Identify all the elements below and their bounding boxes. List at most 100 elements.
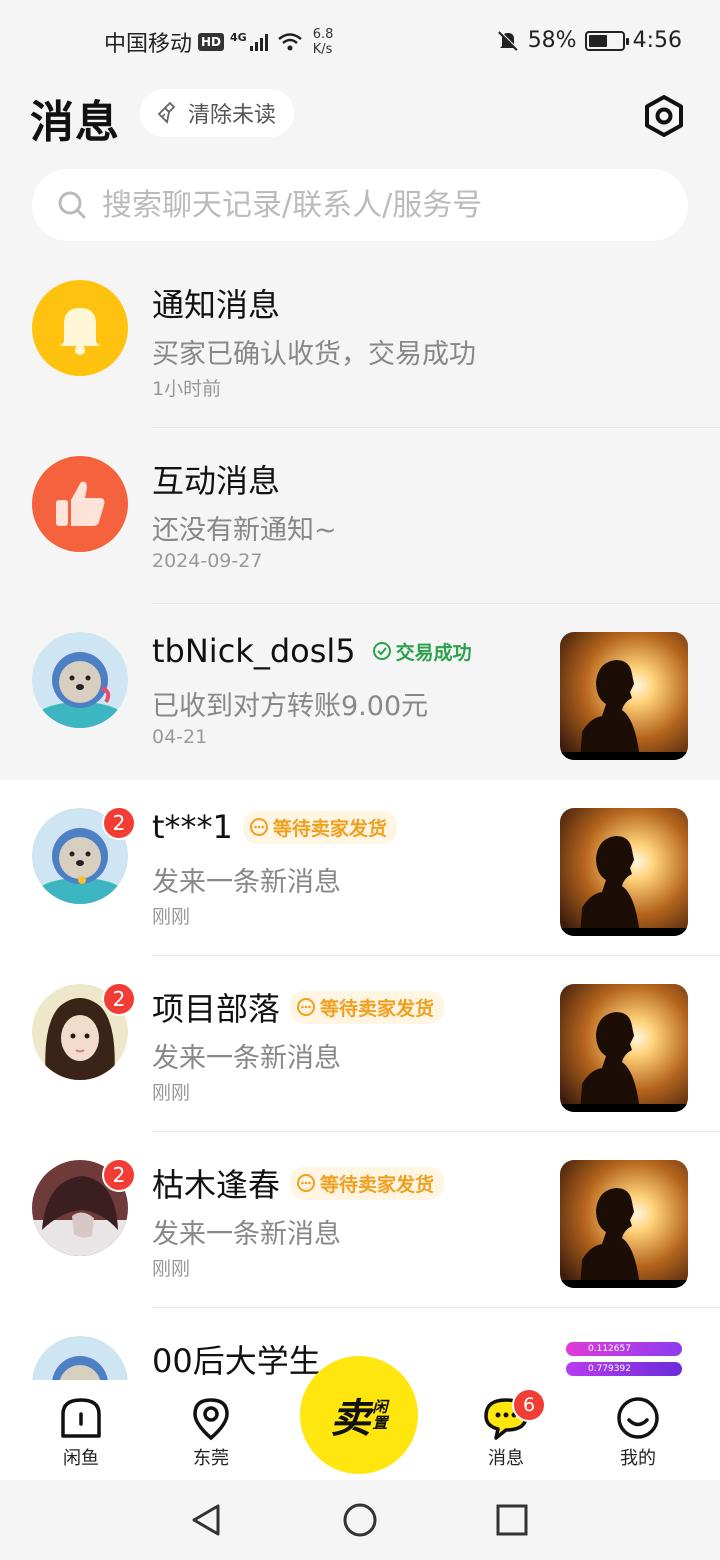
sunset-silhouette-image xyxy=(560,1160,688,1288)
smiley-icon xyxy=(617,1397,659,1439)
page-title: 消息 xyxy=(30,97,120,148)
clear-unread-button[interactable]: 清除未读 xyxy=(140,89,295,137)
mute-bell-icon xyxy=(497,30,519,51)
unread-badge: 2 xyxy=(102,982,136,1016)
sell-sub-1: 闲 xyxy=(372,1398,388,1416)
check-circle-icon xyxy=(372,642,391,660)
nav-local[interactable]: 东莞 xyxy=(161,1394,261,1470)
conversation-preview: 已收到对方转账9.00元 xyxy=(152,691,429,722)
interaction-avatar xyxy=(32,456,128,552)
item-thumbnail[interactable] xyxy=(560,808,688,936)
wifi-icon xyxy=(277,33,302,51)
tag-label: 交易成功 xyxy=(395,641,472,664)
search-bar[interactable] xyxy=(32,169,688,241)
more-circle-icon xyxy=(297,998,316,1016)
awaiting-shipment-tag: 等待卖家发货 xyxy=(242,810,397,844)
system-nav-bar xyxy=(0,1480,720,1560)
conversation-item[interactable]: 2 项目部落 等待卖家发货 发来一条新消息 刚刚 xyxy=(0,956,720,1132)
sell-button[interactable]: 卖 闲 置 xyxy=(300,1356,418,1474)
conversation-name: 项目部落 xyxy=(152,990,281,1028)
search-icon xyxy=(58,191,86,219)
trade-success-tag: 交易成功 xyxy=(366,635,482,668)
clock: 4:56 xyxy=(632,28,682,53)
item-thumbnail[interactable] xyxy=(560,984,688,1112)
tag-label: 等待卖家发货 xyxy=(320,1173,435,1196)
conversation-preview: 还没有新通知~ xyxy=(152,515,337,546)
location-pin-icon xyxy=(193,1398,229,1441)
search-input[interactable] xyxy=(102,187,662,223)
conversation-preview: 发来一条新消息 xyxy=(152,867,341,898)
nav-home-label: 闲鱼 xyxy=(63,1448,99,1469)
conversation-name: tbNick_dosl5 xyxy=(152,632,356,670)
back-icon[interactable] xyxy=(186,1500,226,1540)
status-bar: 中国移动 HD 4G 6.8 K/s 58% 4:56 xyxy=(0,0,720,84)
nav-messages-label: 消息 xyxy=(488,1448,524,1469)
conversation-preview: 发来一条新消息 xyxy=(152,1219,341,1250)
sell-sub-2: 置 xyxy=(372,1414,388,1432)
clear-unread-label: 清除未读 xyxy=(188,103,277,128)
conversation-name: 互动消息 xyxy=(152,462,281,500)
conversation-time: 刚刚 xyxy=(152,1258,191,1280)
conversation-preview: 发来一条新消息 xyxy=(152,1043,341,1074)
conversation-name: t***1 xyxy=(152,808,233,846)
bell-icon xyxy=(60,308,100,355)
broom-icon xyxy=(157,101,176,124)
battery-fill xyxy=(588,34,608,47)
nav-mine-label: 我的 xyxy=(620,1448,656,1469)
conversation-item[interactable]: 2 枯木逢春 等待卖家发货 发来一条新消息 刚刚 xyxy=(0,1132,720,1308)
notification-avatar xyxy=(32,280,128,376)
header: 消息 清除未读 xyxy=(0,84,720,148)
sell-main-label: 卖 xyxy=(330,1396,371,1442)
sell-sub-label: 闲 置 xyxy=(372,1399,387,1431)
recents-square-icon[interactable] xyxy=(492,1500,532,1540)
thumb-stat-value-1: 0.112657 xyxy=(588,1344,631,1354)
conversation-preview: 买家已确认收货，交易成功 xyxy=(152,339,476,370)
nav-home[interactable]: 闲鱼 xyxy=(31,1394,131,1470)
battery-icon xyxy=(584,30,629,51)
network-type: 4G xyxy=(230,30,247,44)
conversation-interactions[interactable]: 互动消息 还没有新通知~ 2024-09-27 xyxy=(0,428,720,604)
hd-icon: HD xyxy=(198,33,225,51)
thumb-stat-line-1: 0.112657 xyxy=(566,1342,682,1356)
more-circle-icon xyxy=(297,1174,316,1192)
battery-percent: 58% xyxy=(527,28,577,53)
bottom-nav: 闲鱼 东莞 卖 闲 置 消息 6 我的 xyxy=(0,1356,720,1480)
conversation-time: 刚刚 xyxy=(152,1082,191,1104)
settings-button[interactable] xyxy=(638,90,690,142)
conversation-time: 04-21 xyxy=(152,726,208,748)
conversation-item[interactable]: tbNick_dosl5 交易成功 已收到对方转账9.00元 04-21 xyxy=(0,604,720,780)
carrier-name: 中国移动 xyxy=(104,32,193,57)
nav-mine[interactable]: 我的 xyxy=(588,1394,688,1470)
hexagon-settings-icon xyxy=(645,95,683,137)
speed-value: 6.8 xyxy=(312,27,334,42)
tag-label: 等待卖家发货 xyxy=(320,997,435,1020)
item-thumbnail[interactable] xyxy=(560,632,688,760)
thumb-stat-line-2: 0.779392 xyxy=(566,1362,682,1376)
tag-label: 等待卖家发货 xyxy=(272,817,387,840)
speed-unit: K/s xyxy=(312,42,333,57)
conversation-notifications[interactable]: 通知消息 买家已确认收货，交易成功 1小时前 xyxy=(0,252,720,428)
conversation-name: 通知消息 xyxy=(152,286,281,324)
conversation-time: 1小时前 xyxy=(152,378,222,400)
item-thumbnail[interactable] xyxy=(560,1160,688,1288)
network-speed: 6.8 K/s xyxy=(313,27,334,57)
conversation-name: 00后大学生 xyxy=(152,1342,321,1380)
seal-avatar xyxy=(32,632,128,728)
thumbs-up-icon xyxy=(56,481,105,526)
more-circle-icon xyxy=(249,818,268,836)
nav-messages[interactable]: 消息 6 xyxy=(456,1388,556,1470)
fish-home-icon xyxy=(61,1398,101,1438)
home-circle-icon[interactable] xyxy=(340,1500,380,1540)
awaiting-shipment-tag: 等待卖家发货 xyxy=(290,1166,445,1200)
nav-local-label: 东莞 xyxy=(193,1448,229,1469)
conversation-name: 枯木逢春 xyxy=(152,1166,281,1204)
unread-badge: 2 xyxy=(102,806,136,840)
sunset-silhouette-image xyxy=(560,808,688,936)
signal-icon xyxy=(249,34,268,51)
sunset-silhouette-image xyxy=(560,984,688,1112)
sunset-silhouette-image xyxy=(560,632,688,760)
conversation-time: 2024-09-27 xyxy=(152,550,263,572)
thumb-stat-value-2: 0.779392 xyxy=(588,1364,631,1374)
conversation-item[interactable]: 2 t***1 等待卖家发货 发来一条新消息 刚刚 xyxy=(0,780,720,956)
unread-badge: 2 xyxy=(102,1158,136,1192)
